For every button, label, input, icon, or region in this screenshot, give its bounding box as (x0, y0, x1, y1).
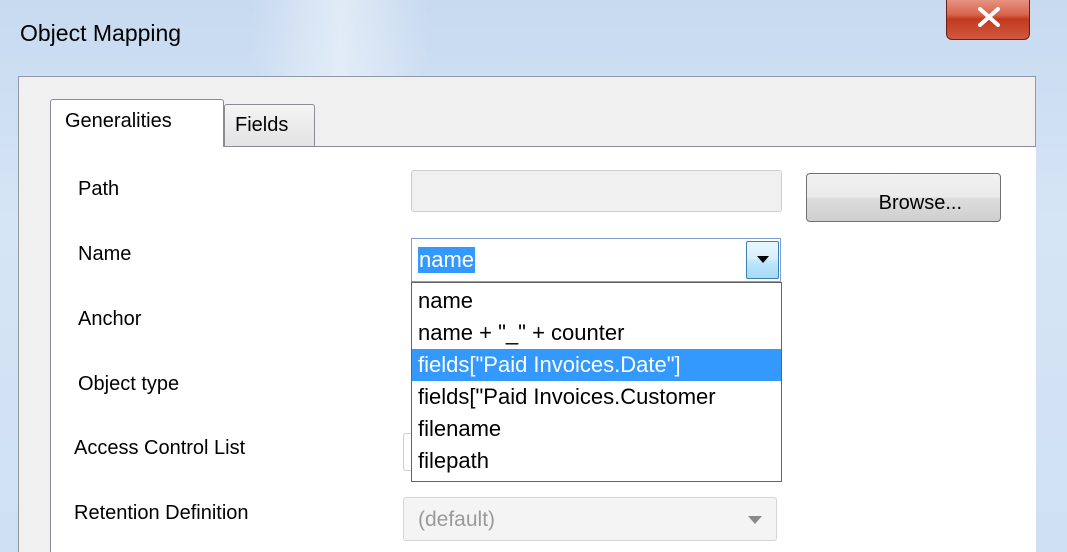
chevron-down-icon (757, 256, 769, 263)
tab-fields[interactable]: Fields (224, 104, 315, 146)
retention-label: Retention Definition (74, 502, 249, 524)
tab-generalities[interactable]: Generalities (50, 99, 224, 147)
dropdown-option[interactable]: name + "_" + counter (412, 317, 781, 349)
close-button[interactable] (946, 0, 1030, 40)
dropdown-option-highlighted[interactable]: fields["Paid Invoices.Date"] (412, 349, 781, 381)
dropdown-option[interactable]: filepath (412, 445, 781, 477)
path-label: Path (78, 178, 120, 200)
name-dropdown-list: name name + "_" + counter fields["Paid I… (411, 282, 782, 482)
retention-combobox: (default) (403, 497, 777, 541)
anchor-label: Anchor (78, 308, 142, 330)
close-icon (978, 7, 1000, 27)
tab-generalities-label: Generalities (65, 110, 172, 132)
path-field[interactable] (411, 170, 782, 212)
acl-label: Access Control List (74, 437, 246, 459)
browse-button[interactable]: Browse... (806, 173, 1001, 222)
dropdown-option[interactable]: name (412, 285, 781, 317)
dropdown-option[interactable]: fields["Paid Invoices.Customer (412, 381, 781, 413)
dropdown-option[interactable]: filename (412, 413, 781, 445)
name-dropdown-button[interactable] (746, 241, 779, 279)
name-combobox[interactable]: name (411, 238, 781, 282)
name-combobox-value[interactable]: name (418, 247, 476, 273)
retention-combobox-value: (default) (418, 508, 496, 531)
object-type-label: Object type (78, 373, 180, 395)
frame-glass-highlight (250, 0, 430, 78)
name-label: Name (78, 243, 132, 265)
tab-fields-label: Fields (235, 114, 289, 136)
window-title: Object Mapping (20, 20, 182, 46)
chevron-down-icon (748, 516, 762, 524)
